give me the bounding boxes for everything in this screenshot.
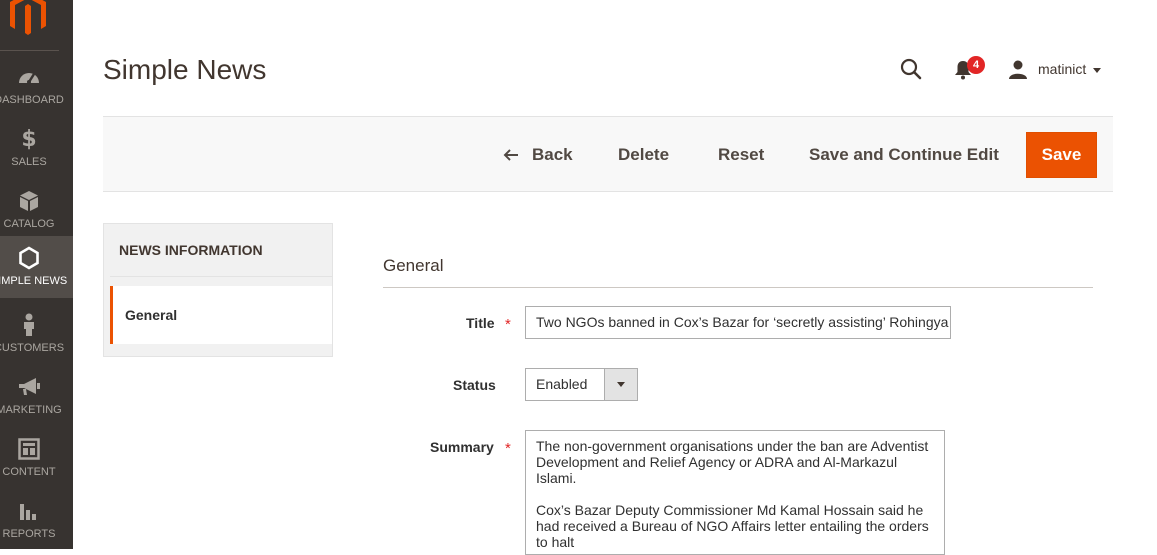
notification-count-badge: 4	[967, 56, 985, 74]
box-icon	[0, 189, 58, 213]
summary-label: Summary	[430, 439, 494, 455]
sidebar-item-label: Customers	[0, 342, 65, 354]
title-label: Title	[466, 315, 495, 331]
dollar-icon: $	[21, 126, 37, 152]
person-icon	[0, 313, 58, 337]
user-account-menu[interactable]: matinict	[1008, 57, 1102, 81]
sidebar-divider	[0, 50, 59, 51]
sidebar-item-label: Simple News	[0, 275, 68, 287]
save-and-continue-button[interactable]: Save and Continue Edit	[809, 117, 999, 193]
tabs-title: News Information	[119, 242, 263, 258]
sidebar-item-label: Catalog	[3, 218, 55, 230]
required-marker: *	[505, 440, 511, 457]
sidebar-item-dashboard[interactable]: Dashboard	[0, 55, 73, 117]
required-marker: *	[505, 316, 511, 333]
status-selected-value: Enabled	[536, 376, 588, 392]
section-title: General	[383, 256, 444, 275]
sidebar-item-sales[interactable]: $ Sales	[0, 117, 73, 179]
sidebar-item-simple-news[interactable]: Simple News	[0, 236, 73, 298]
back-button-label: Back	[532, 145, 573, 164]
section-divider	[383, 287, 1093, 288]
search-icon	[900, 58, 922, 80]
chevron-down-icon	[604, 369, 637, 400]
sidebar-item-catalog[interactable]: Catalog	[0, 179, 73, 241]
status-label: Status	[453, 377, 496, 393]
title-input[interactable]: Two NGOs banned in Cox’s Bazar for ‘secr…	[525, 306, 951, 339]
username: matinict	[1038, 61, 1087, 77]
admin-sidebar: Dashboard $ Sales Catalog Simple News Cu…	[0, 0, 73, 549]
summary-paragraph: Cox’s Bazar Deputy Commissioner Md Kamal…	[536, 502, 929, 550]
search-button[interactable]	[898, 56, 924, 82]
tabs-divider	[110, 276, 332, 277]
tab-general[interactable]: General	[110, 286, 332, 344]
sidebar-item-label: Reports	[2, 528, 56, 540]
save-button[interactable]: Save	[1026, 132, 1097, 178]
summary-paragraph: The non-government organisations under t…	[536, 438, 929, 486]
back-button[interactable]: Back	[503, 117, 573, 193]
sidebar-item-label: Marketing	[0, 404, 62, 416]
sidebar-item-customers[interactable]: Customers	[0, 303, 73, 365]
bar-chart-icon	[0, 499, 58, 523]
reset-button[interactable]: Reset	[718, 117, 764, 193]
sidebar-item-reports[interactable]: Reports	[0, 489, 73, 551]
user-icon	[1009, 60, 1027, 79]
sidebar-item-label: Content	[2, 466, 56, 478]
page-title: Simple News	[103, 54, 267, 85]
megaphone-icon	[0, 375, 58, 399]
notifications-button[interactable]: 4	[950, 56, 986, 82]
summary-textarea[interactable]: The non-government organisations under t…	[525, 430, 945, 555]
sidebar-item-content[interactable]: Content	[0, 427, 73, 489]
layout-icon	[0, 437, 58, 461]
sidebar-item-label: Sales	[11, 156, 47, 168]
status-select[interactable]: Enabled	[525, 368, 638, 401]
dashboard-icon	[0, 65, 58, 89]
chevron-down-icon	[1093, 67, 1102, 73]
arrow-left-icon	[503, 149, 518, 161]
magento-logo[interactable]	[0, 0, 73, 50]
delete-button[interactable]: Delete	[618, 117, 669, 193]
sidebar-item-label: Dashboard	[0, 94, 64, 106]
page-actions-toolbar: Back Delete Reset Save and Continue Edit…	[103, 116, 1113, 192]
hexagon-icon	[0, 246, 58, 270]
news-information-tabs: News Information General	[103, 223, 333, 357]
tab-general-label: General	[125, 307, 178, 323]
sidebar-item-marketing[interactable]: Marketing	[0, 365, 73, 427]
